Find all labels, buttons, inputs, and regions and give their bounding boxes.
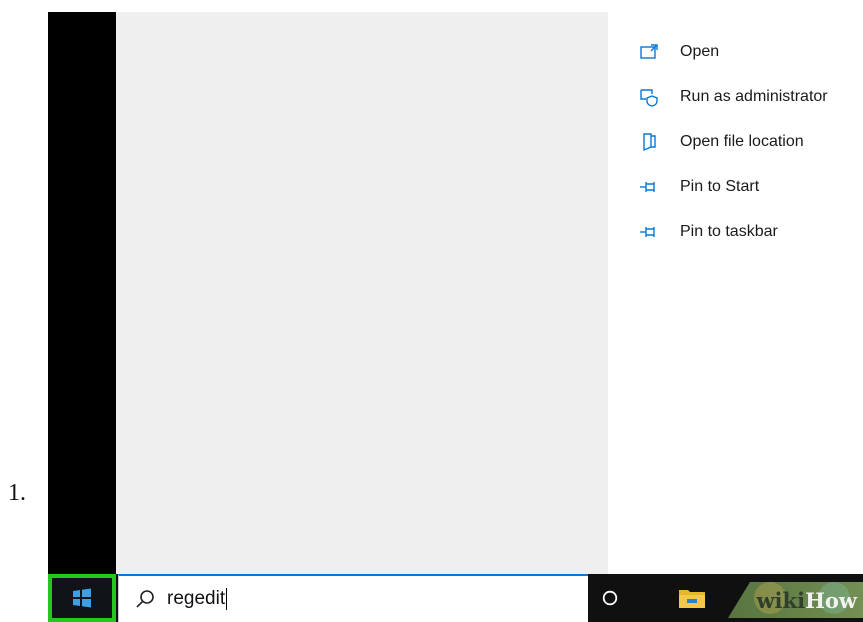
pin-icon [638,222,660,242]
app-action-list: Open Run as administrator Open file loca… [638,42,828,267]
cortana-button[interactable] [596,584,624,612]
taskbar-search-box[interactable]: regedit [118,574,588,622]
start-menu-screen: Open Run as administrator Open file loca… [48,12,863,622]
action-label: Pin to taskbar [680,223,778,240]
windows-logo-icon [73,588,91,608]
search-results-pane [116,12,608,577]
action-label: Open [680,43,720,60]
file-explorer-icon[interactable] [678,586,706,610]
watermark-how: How [805,587,857,613]
search-input[interactable]: regedit [167,587,228,610]
action-open[interactable]: Open [638,42,828,87]
search-icon [135,589,155,609]
action-label: Run as administrator [680,88,828,105]
app-details-pane: Open Run as administrator Open file loca… [608,12,863,577]
start-menu-left-rail [48,12,116,577]
action-label: Open file location [680,133,804,150]
search-input-value: regedit [167,588,226,609]
watermark-wiki: wiki [756,587,806,613]
cortana-circle-icon [602,590,618,606]
action-pin-to-start[interactable]: Pin to Start [638,177,828,222]
wikihow-watermark: wiki How [728,582,863,618]
action-open-file-location[interactable]: Open file location [638,132,828,177]
step-number: 1. [8,480,26,506]
taskbar: regedit wiki How [48,574,863,622]
action-label: Pin to Start [680,178,760,195]
start-button[interactable] [48,574,116,622]
action-run-as-administrator[interactable]: Run as administrator [638,87,828,132]
text-caret [226,587,228,610]
action-pin-to-taskbar[interactable]: Pin to taskbar [638,222,828,267]
pin-icon [638,177,660,197]
shield-admin-icon [638,87,660,107]
file-location-icon [638,132,660,152]
open-window-icon [638,42,660,62]
